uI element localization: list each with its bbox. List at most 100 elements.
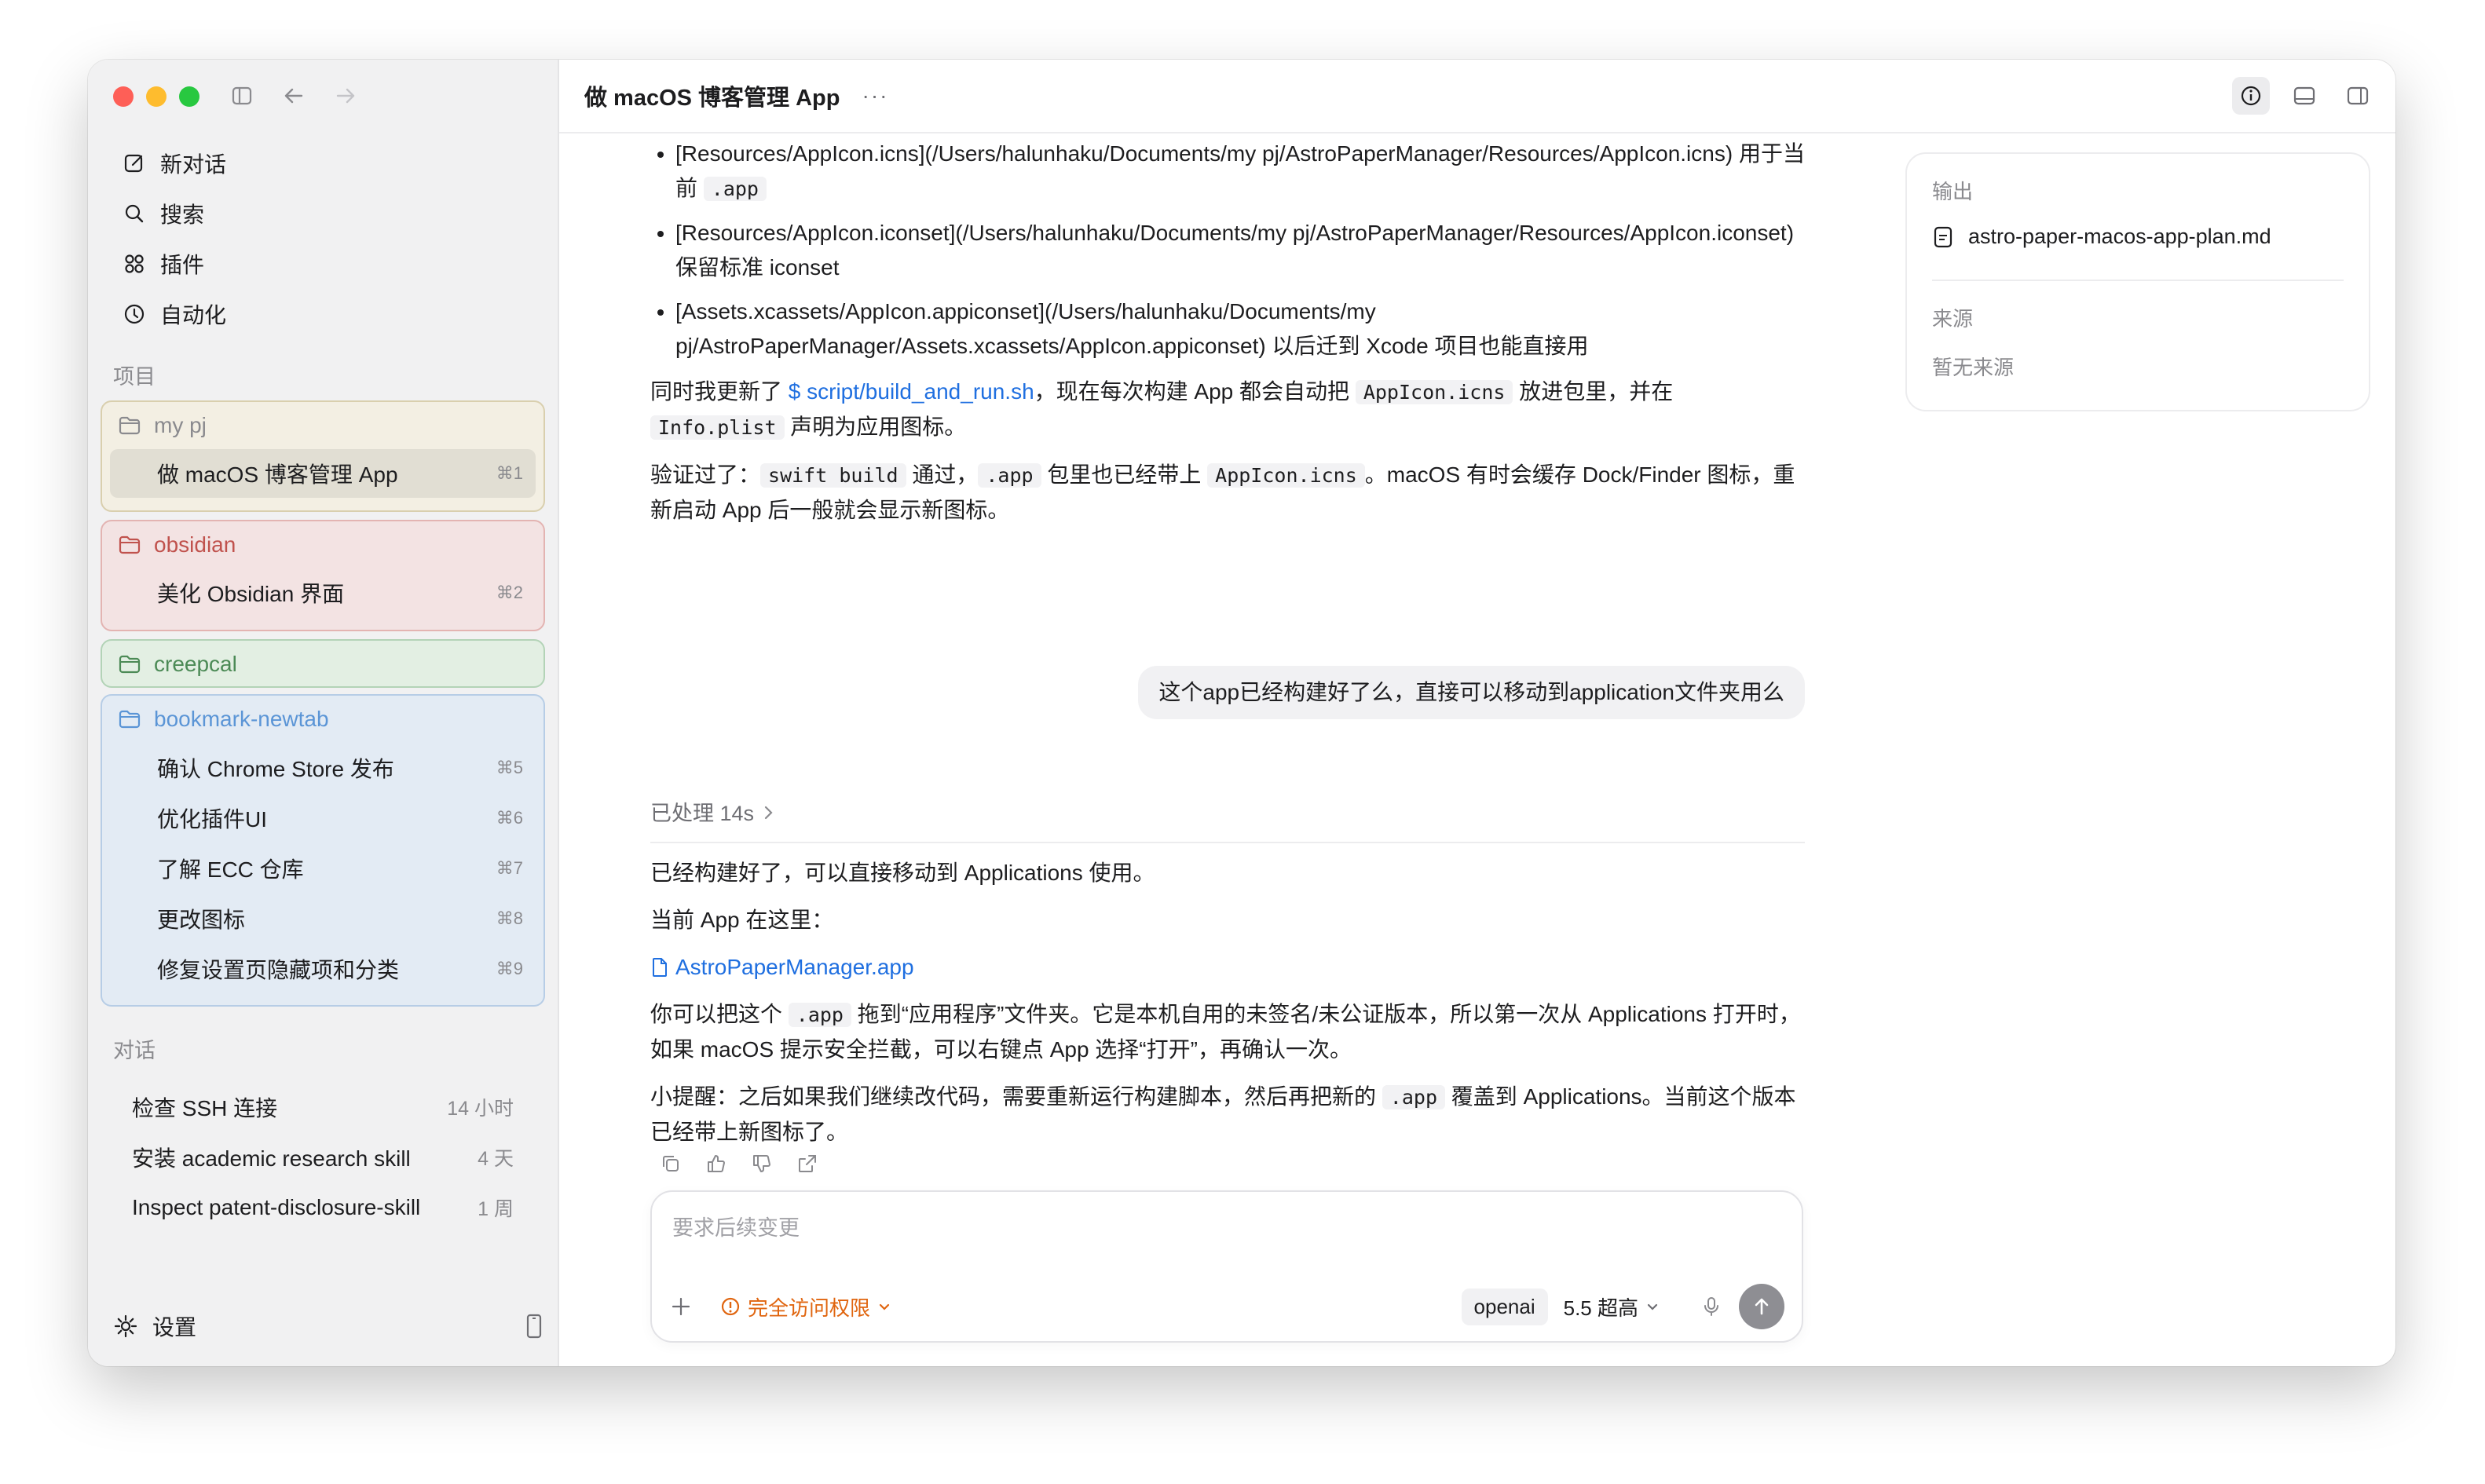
inline-code: AppIcon.icns (1207, 463, 1365, 488)
list-item: [Resources/AppIcon.iconset](/Users/halun… (675, 216, 1805, 285)
composer-right-controls: openai 5.5 超高 (1461, 1284, 1784, 1329)
thread-item[interactable]: 做 macOS 博客管理 App ⌘1 (110, 449, 536, 498)
inline-code: AppIcon.icns (1355, 380, 1513, 404)
thumbs-down-icon[interactable] (751, 1153, 773, 1175)
text-run: ，现在每次构建 App 都会自动把 (1034, 379, 1356, 404)
project-group-obsidian: obsidian 美化 Obsidian 界面 ⌘2 (101, 520, 545, 631)
folder-icon (119, 655, 141, 674)
project-header[interactable]: creepcal (102, 641, 543, 688)
page-title: 做 macOS 博客管理 App (584, 86, 840, 111)
microphone-icon[interactable] (1700, 1295, 1723, 1318)
file-list: [Resources/AppIcon.icns](/Users/halunhak… (650, 137, 1805, 364)
sidebar: 新对话 搜索 插件 自动化 项目 my pj 做 macOS 博客管理 App … (88, 60, 559, 1366)
thread-label: 确认 Chrome Store 发布 (157, 757, 394, 781)
thread-item[interactable]: 优化插件UI ⌘6 (110, 793, 536, 843)
assistant-paragraph: 同时我更新了 $ script/build_and_run.sh，现在每次构建 … (650, 375, 1805, 445)
message-composer[interactable]: 要求后续变更 完全访问权限 openai 5.5 超高 (650, 1190, 1803, 1343)
assistant-reply: 已经构建好了，可以直接移动到 Applications 使用。 当前 App 在… (650, 856, 1805, 1175)
folder-icon (119, 416, 141, 435)
back-arrow-icon[interactable] (280, 82, 308, 110)
thread-item[interactable]: 确认 Chrome Store 发布 ⌘5 (110, 743, 536, 793)
settings-button[interactable]: 设置 (113, 1310, 196, 1342)
inline-code: .app (703, 177, 767, 201)
permission-dropdown[interactable]: 完全访问权限 (719, 1292, 892, 1321)
list-item: [Resources/AppIcon.icns](/Users/halunhak… (675, 137, 1805, 207)
project-name: my pj (154, 413, 207, 437)
nav-search[interactable]: 搜索 (101, 188, 545, 239)
zoom-window-button[interactable] (179, 86, 199, 107)
conversation-label: 检查 SSH 连接 (132, 1096, 278, 1120)
model-dropdown[interactable]: 5.5 超高 (1564, 1292, 1660, 1321)
text-run: 声明为应用图标。 (784, 415, 967, 439)
nav-plugins[interactable]: 插件 (101, 239, 545, 289)
thread-item[interactable]: 更改图标 ⌘8 (110, 894, 536, 944)
list-item-text: [Resources/AppIcon.iconset](/Users/halun… (675, 221, 1795, 280)
user-message-bubble: 这个app已经构建好了么，直接可以移动到application文件夹用么 (1138, 666, 1805, 719)
info-icon[interactable] (2232, 77, 2270, 115)
nav-label: 自动化 (160, 303, 227, 327)
assistant-paragraph: 验证过了： swift build 通过， .app 包里也已经带上 AppIcon… (650, 458, 1805, 528)
list-item-text: [Resources/AppIcon.icns](/Users/halunhak… (675, 141, 1805, 200)
text-run: 包里也已经带上 (1041, 462, 1208, 487)
gear-icon (114, 1314, 137, 1338)
thread-item[interactable]: 美化 Obsidian 界面 ⌘2 (110, 568, 536, 617)
conversations-section-label: 对话 (113, 1039, 156, 1062)
assistant-paragraph: 当前 App 在这里： (650, 908, 834, 932)
processed-indicator[interactable]: 已处理 14s (650, 796, 1805, 843)
processed-label: 已处理 14s (650, 802, 755, 825)
more-options-button[interactable]: ··· (862, 83, 889, 108)
thread-shortcut: ⌘2 (496, 583, 523, 602)
minimize-window-button[interactable] (146, 86, 167, 107)
thread-label: 优化插件UI (157, 807, 268, 832)
nav-automation[interactable]: 自动化 (101, 289, 545, 339)
sidebar-nav: 新对话 搜索 插件 自动化 (101, 138, 545, 339)
chat-transcript: [Resources/AppIcon.icns](/Users/halunhak… (650, 132, 1805, 1172)
composer-toolbar: 完全访问权限 openai 5.5 超高 (669, 1283, 1784, 1330)
thread-label: 美化 Obsidian 界面 (157, 582, 345, 606)
plus-icon[interactable] (669, 1295, 693, 1318)
send-button[interactable] (1739, 1284, 1784, 1329)
conversation-label: Inspect patent-disclosure-skill (132, 1195, 421, 1219)
conversation-time: 1 周 (478, 1198, 514, 1220)
script-link[interactable]: $ script/build_and_run.sh (789, 379, 1034, 404)
project-header[interactable]: my pj (102, 402, 543, 449)
project-header[interactable]: obsidian (102, 521, 543, 568)
copy-icon[interactable] (660, 1153, 682, 1175)
text-run: 小提醒：之后如果我们继续改代码，需要重新运行构建脚本，然后再把新的 (650, 1084, 1382, 1109)
thread-item[interactable]: 了解 ECC 仓库 ⌘7 (110, 843, 536, 894)
output-file-item[interactable]: astro-paper-macos-app-plan.md (1932, 225, 2271, 249)
provider-chip[interactable]: openai (1461, 1288, 1548, 1325)
toggle-sidebar-icon[interactable] (228, 82, 256, 110)
forward-arrow-icon[interactable] (331, 82, 360, 110)
nav-new-chat[interactable]: 新对话 (101, 138, 545, 188)
list-item: [Assets.xcassets/AppIcon.appiconset](/Us… (675, 294, 1805, 364)
share-icon[interactable] (796, 1153, 818, 1175)
thread-item[interactable]: 修复设置页隐藏项和分类 ⌘9 (110, 944, 536, 994)
text-run: 你可以把这个 (650, 1002, 789, 1026)
inline-code: .app (788, 1003, 851, 1027)
project-name: obsidian (154, 532, 236, 557)
text-run: 放进包里，并在 (1513, 379, 1674, 404)
conversation-item[interactable]: 检查 SSH 连接 14 小时 (101, 1082, 545, 1132)
thread-label: 修复设置页隐藏项和分类 (157, 958, 400, 982)
thumbs-up-icon[interactable] (705, 1153, 727, 1175)
permission-label: 完全访问权限 (748, 1296, 871, 1320)
right-panel-icon[interactable] (2339, 77, 2377, 115)
clock-icon (124, 304, 145, 324)
project-header[interactable]: bookmark-newtab (102, 696, 543, 743)
project-group-bookmark-newtab: bookmark-newtab 确认 Chrome Store 发布 ⌘5 优化… (101, 694, 545, 1007)
conversation-item[interactable]: Inspect patent-disclosure-skill 1 周 (101, 1182, 545, 1233)
close-window-button[interactable] (113, 86, 134, 107)
composer-input[interactable]: 要求后续变更 (672, 1211, 800, 1241)
conversation-item[interactable]: 安装 academic research skill 4 天 (101, 1132, 545, 1182)
titlebar-actions (2232, 77, 2377, 115)
thread-label: 更改图标 (157, 908, 246, 932)
main-pane: 做 macOS 博客管理 App ··· [Resources/AppIcon.… (559, 60, 2395, 1366)
phone-icon[interactable] (523, 1313, 545, 1340)
terminal-panel-icon[interactable] (2286, 77, 2323, 115)
folder-icon (119, 710, 141, 729)
app-file-link[interactable]: AstroPaperManager.app (675, 950, 914, 985)
conversation-label: 安装 academic research skill (132, 1146, 411, 1171)
nav-label: 搜索 (160, 203, 205, 227)
outputs-panel: 输出 astro-paper-macos-app-plan.md 来源 暂无来源 (1905, 152, 2370, 411)
